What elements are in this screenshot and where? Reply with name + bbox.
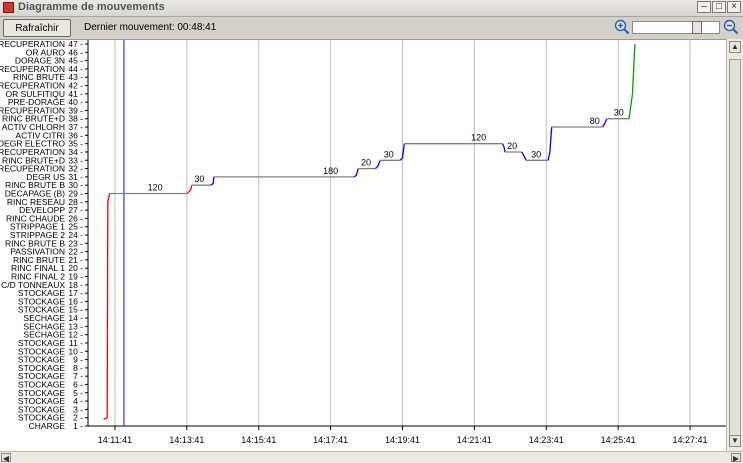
trajectory-segment <box>210 176 215 186</box>
chart-plot: 14:11:41 14:13:41 14:15:41 14:17:41 14:19:41… <box>0 40 726 445</box>
trajectory-segment <box>103 193 111 420</box>
y-tick-label: RECUPERATION <box>0 40 65 49</box>
duration-label: 120 <box>471 133 486 143</box>
app-icon <box>3 2 14 13</box>
maximize-button[interactable]: □ <box>712 1 726 13</box>
window-title: Diagramme de mouvements <box>18 1 165 13</box>
movement-chart: 14:11:41 14:13:41 14:15:41 14:17:41 14:19:41… <box>0 39 743 452</box>
x-tick-label: 14:19:41 <box>385 435 420 445</box>
x-tick-label: 14:25:41 <box>601 435 636 445</box>
vertical-scroll-thumb[interactable] <box>729 59 741 444</box>
refresh-button[interactable]: Rafraîchir <box>3 19 71 37</box>
close-button[interactable]: × <box>727 1 741 13</box>
x-tick-label: 14:15:41 <box>241 435 276 445</box>
last-move-status: Dernier mouvement: 00:48:41 <box>84 22 217 33</box>
scroll-up-arrow-icon[interactable]: ▲ <box>729 41 741 53</box>
trajectory-segment <box>186 185 193 194</box>
duration-label: 30 <box>614 108 624 118</box>
minimize-button[interactable]: – <box>697 1 711 13</box>
scroll-right-arrow-icon[interactable]: ▶ <box>731 453 741 463</box>
duration-label: 30 <box>194 174 204 184</box>
window-titlebar[interactable]: Diagramme de mouvements – □ × <box>0 0 743 17</box>
duration-label: 80 <box>590 116 600 126</box>
zoom-slider-thumb[interactable] <box>692 21 702 34</box>
trajectory-segment <box>353 168 359 178</box>
trajectory-segment <box>375 160 381 170</box>
duration-label: 30 <box>384 149 394 159</box>
zoom-in-icon[interactable] <box>614 19 630 35</box>
x-tick-label: 14:17:41 <box>313 435 348 445</box>
scroll-left-arrow-icon[interactable]: ◀ <box>1 453 11 463</box>
trajectory-segment <box>501 143 506 153</box>
y-tick-number: 47 - <box>68 40 83 49</box>
trajectory-segment <box>521 151 527 161</box>
duration-label: 120 <box>148 182 163 192</box>
x-tick-label: 14:13:41 <box>169 435 204 445</box>
duration-label: 180 <box>323 166 338 176</box>
zoom-slider[interactable] <box>632 21 720 34</box>
trajectory-segment <box>602 118 608 128</box>
x-tick-label: 14:27:41 <box>673 435 708 445</box>
trajectory-segment <box>628 43 636 119</box>
zoom-out-icon[interactable] <box>723 19 739 35</box>
x-tick-label: 14:11:41 <box>98 435 132 445</box>
x-tick-label: 14:21:41 <box>457 435 492 445</box>
trajectory-segment <box>547 126 553 161</box>
duration-label: 20 <box>361 158 371 168</box>
horizontal-scrollbar[interactable]: ◀ ▶ <box>0 451 743 463</box>
toolbar: Rafraîchir Dernier mouvement: 00:48:41 <box>0 17 743 39</box>
x-tick-label: 14:23:41 <box>529 435 564 445</box>
scroll-down-arrow-icon[interactable]: ▼ <box>729 435 741 447</box>
vertical-scrollbar[interactable]: ▲ ▼ <box>726 39 743 451</box>
duration-label: 30 <box>531 149 541 159</box>
duration-label: 20 <box>507 141 517 151</box>
